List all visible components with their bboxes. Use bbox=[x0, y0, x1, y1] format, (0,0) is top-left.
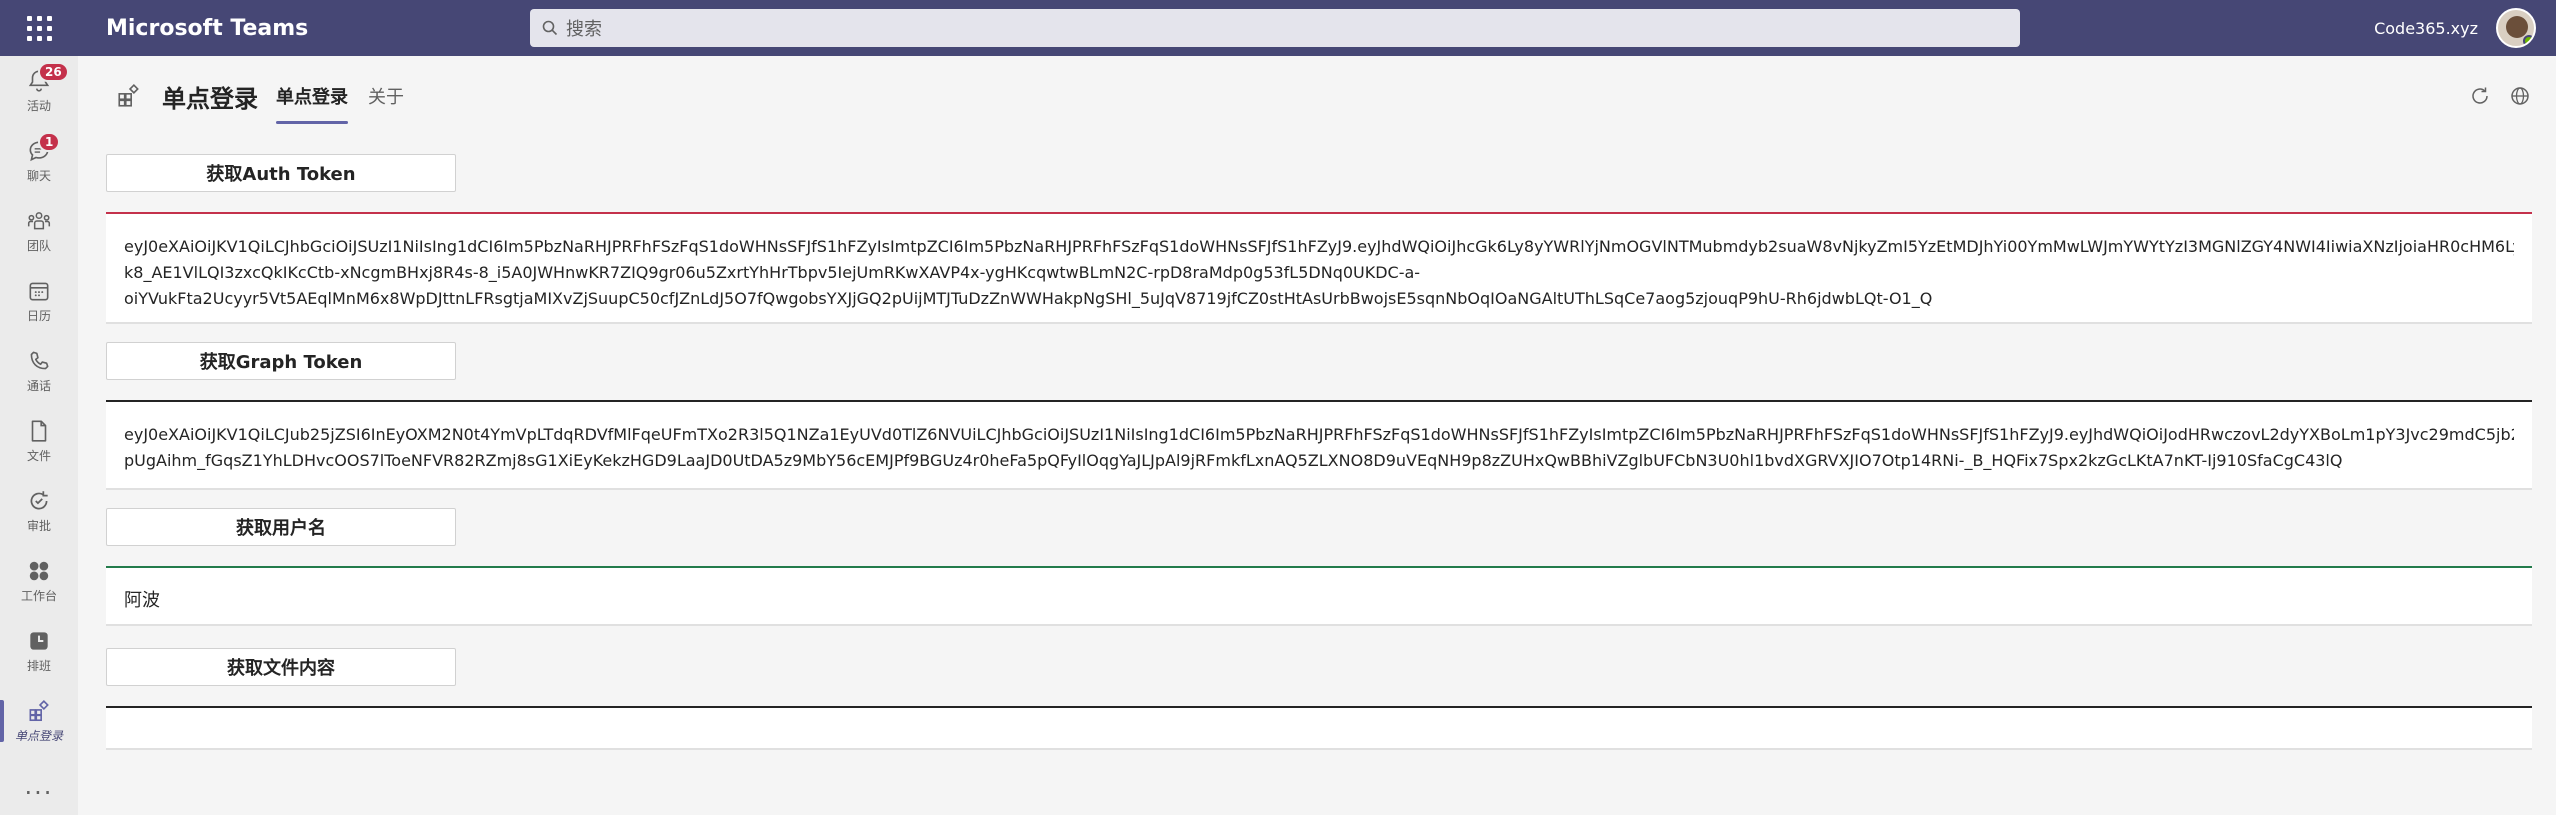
search-input[interactable]: 搜索 bbox=[530, 9, 2020, 47]
app-title: Microsoft Teams bbox=[106, 15, 309, 41]
more-apps-button[interactable]: ··· bbox=[0, 779, 78, 807]
page-title: 单点登录 bbox=[162, 84, 258, 113]
rail-label: 单点登录 bbox=[14, 729, 63, 743]
rail-item-chat[interactable]: 聊天 1 bbox=[0, 126, 78, 196]
app-bar: 活动 26 聊天 1 团队 日历 通话 文件 审批 工作台 排班 单点登录 ··… bbox=[0, 56, 78, 815]
avatar[interactable] bbox=[2496, 8, 2536, 48]
activity-badge: 26 bbox=[38, 62, 69, 82]
get-file-content-button[interactable]: 获取文件内容 bbox=[106, 648, 456, 686]
shifts-icon bbox=[30, 632, 48, 650]
get-user-name-button[interactable]: 获取用户名 bbox=[106, 508, 456, 546]
rail-label: 排班 bbox=[26, 659, 51, 673]
rail-label: 活动 bbox=[26, 99, 51, 113]
rail-label: 团队 bbox=[26, 239, 51, 253]
teams-icon bbox=[27, 212, 51, 230]
rail-item-calls[interactable]: 通话 bbox=[0, 336, 78, 406]
rail-item-calendar[interactable]: 日历 bbox=[0, 266, 78, 336]
search-icon bbox=[542, 20, 558, 36]
sso-app-icon bbox=[29, 700, 49, 722]
phone-icon bbox=[30, 351, 49, 370]
rail-item-teams[interactable]: 团队 bbox=[0, 196, 78, 266]
rail-label: 聊天 bbox=[26, 169, 51, 183]
user-name-output: 阿波 bbox=[106, 566, 2532, 626]
rail-label: 审批 bbox=[26, 519, 51, 533]
token-line: oiYVukFta2Ucyyr5Vt5AEqlMnM6x8WpDJttnLFRs… bbox=[124, 289, 1933, 308]
app-launcher-button[interactable] bbox=[0, 0, 78, 56]
file-content-output bbox=[106, 706, 2532, 750]
token-line: pUgAihm_fGqsZ1YhLDHvcOOS7lToeNFVR82RZmj8… bbox=[124, 451, 2343, 470]
app-header: 单点登录 单点登录 关于 bbox=[78, 56, 2556, 136]
chat-badge: 1 bbox=[38, 132, 61, 152]
tenant-name: Code365.xyz bbox=[2374, 18, 2478, 38]
user-name-value: 阿波 bbox=[124, 590, 160, 611]
graph-token-output: eyJ0eXAiOiJKV1QiLCJub25jZSI6InEyOXM2N0t4… bbox=[106, 400, 2532, 490]
waffle-icon bbox=[26, 15, 52, 41]
rail-label: 通话 bbox=[26, 379, 51, 393]
globe-icon[interactable] bbox=[2508, 84, 2532, 108]
workbench-icon bbox=[29, 561, 49, 581]
rail-item-shifts[interactable]: 排班 bbox=[0, 616, 78, 686]
rail-label: 文件 bbox=[26, 449, 51, 463]
rail-label: 工作台 bbox=[20, 589, 57, 603]
tab-sso[interactable]: 单点登录 bbox=[276, 56, 348, 136]
rail-label: 日历 bbox=[26, 309, 51, 323]
top-bar: Microsoft Teams 搜索 Code365.xyz bbox=[0, 0, 2556, 56]
refresh-icon[interactable] bbox=[2468, 84, 2492, 108]
file-icon bbox=[31, 420, 47, 442]
token-line: eyJ0eXAiOiJKV1QiLCJub25jZSI6InEyOXM2N0t4… bbox=[124, 425, 2514, 444]
rail-item-activity[interactable]: 活动 26 bbox=[0, 56, 78, 126]
tab-about[interactable]: 关于 bbox=[368, 56, 404, 136]
token-line: eyJ0eXAiOiJKV1QiLCJhbGciOiJSUzI1NiIsIng1… bbox=[124, 237, 2514, 256]
calendar-icon bbox=[29, 282, 49, 301]
auth-token-output: eyJ0eXAiOiJKV1QiLCJhbGciOiJSUzI1NiIsIng1… bbox=[106, 212, 2532, 324]
sso-app-icon bbox=[118, 83, 139, 107]
get-auth-token-button[interactable]: 获取Auth Token bbox=[106, 154, 456, 192]
token-line: k8_AE1VlLQI3zxcQkIKcCtb-xNcgmBHxj8R4s-8_… bbox=[124, 263, 1421, 282]
get-graph-token-button[interactable]: 获取Graph Token bbox=[106, 342, 456, 380]
rail-item-workbench[interactable]: 工作台 bbox=[0, 546, 78, 616]
rail-item-approvals[interactable]: 审批 bbox=[0, 476, 78, 546]
rail-item-files[interactable]: 文件 bbox=[0, 406, 78, 476]
rail-item-sso[interactable]: 单点登录 bbox=[0, 686, 78, 756]
search-placeholder: 搜索 bbox=[566, 19, 602, 40]
approval-icon bbox=[30, 491, 48, 510]
status-indicator bbox=[2523, 35, 2534, 46]
